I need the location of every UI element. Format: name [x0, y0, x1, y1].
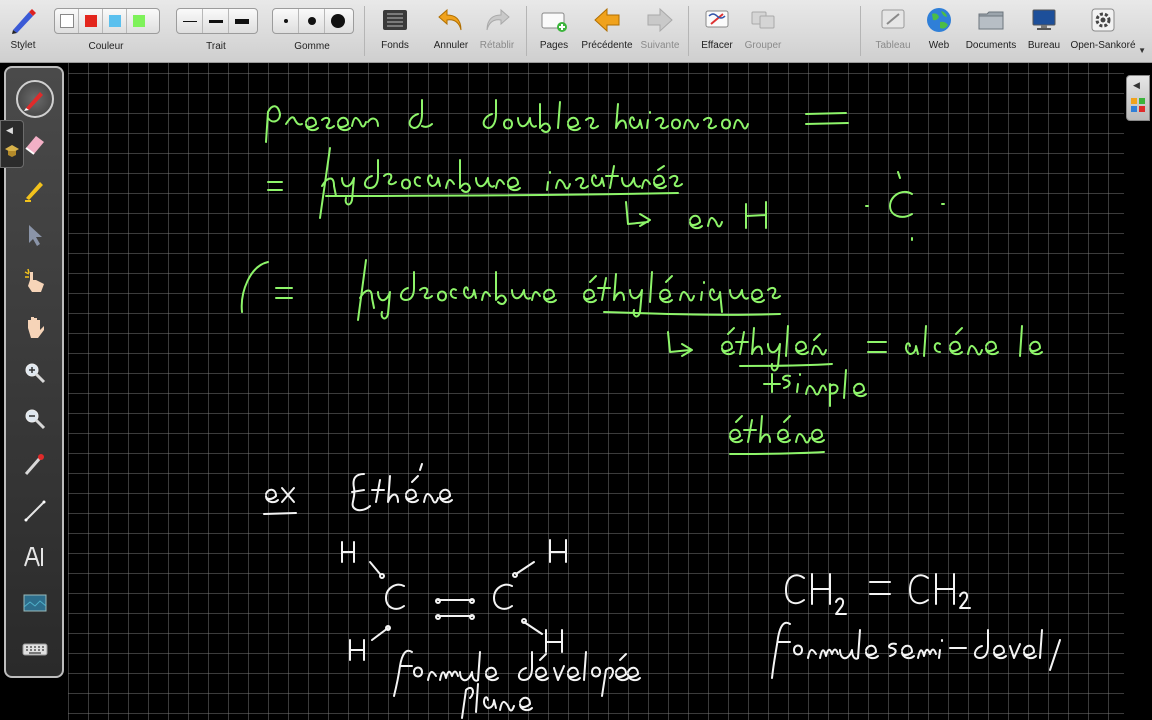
pen-tool-button[interactable] [16, 80, 54, 118]
text-hydrocarbures-ethyleniques: C = hydrocarbures éthyléniques [240, 259, 781, 321]
selection-arrow-icon [29, 225, 42, 246]
graduation-cap-icon [5, 145, 19, 157]
keyboard-icon [22, 643, 48, 656]
text-formule-semi-developpee [771, 621, 1061, 679]
text-tool-button[interactable] [18, 540, 52, 574]
laser-pointer-tool-button[interactable] [18, 448, 52, 482]
text-ethene: éthène [729, 415, 825, 455]
interact-hand-icon [24, 268, 44, 292]
marker-tool-button[interactable] [18, 172, 52, 206]
zoom-out-tool-button[interactable] [18, 402, 52, 436]
left-side-tab[interactable]: ◀ [0, 120, 24, 168]
zoom-in-icon [25, 363, 46, 384]
zoom-out-icon [25, 409, 46, 430]
line-tool-button[interactable] [18, 494, 52, 528]
interact-tool-button[interactable] [18, 264, 52, 298]
text-ex-ethene: Ethène [263, 463, 453, 515]
collapse-right-icon: ◀ [1133, 80, 1140, 90]
diagram-carbon-valence-electrons [865, 171, 945, 241]
text-icon [24, 547, 43, 567]
selector-tool-button[interactable] [18, 218, 52, 252]
collapse-left-icon: ◀ [6, 125, 13, 135]
zoom-in-tool-button[interactable] [18, 356, 52, 390]
text-presence-doubles-liaisons: présence de doubles liaisons [265, 99, 849, 143]
capture-tool-button[interactable] [18, 586, 52, 620]
keyboard-tool-button[interactable] [18, 632, 52, 666]
diagram-ethene-developed-formula [341, 539, 567, 661]
right-side-tab[interactable]: ◀ [1126, 75, 1150, 121]
highlighter-icon [25, 182, 43, 202]
laser-pointer-icon [24, 454, 44, 475]
pan-hand-icon [28, 317, 44, 338]
text-formula-ch2-ch2 [785, 573, 971, 615]
eraser-icon [25, 136, 44, 155]
library-icon [1131, 98, 1145, 112]
text-hydrocarbures-insatures: = hydrocarbures insaturés [267, 147, 767, 230]
line-icon [24, 500, 46, 522]
capture-image-icon [23, 594, 47, 612]
hand-tool-button[interactable] [18, 310, 52, 344]
text-ethylene-alcene: éthylène = alcène le + simple [667, 325, 1043, 407]
pen-icon [24, 92, 43, 111]
text-formule-developpee-plane [393, 649, 641, 719]
handwriting-layer: présence de doubles liaisons = hydrocarb… [240, 99, 1061, 719]
